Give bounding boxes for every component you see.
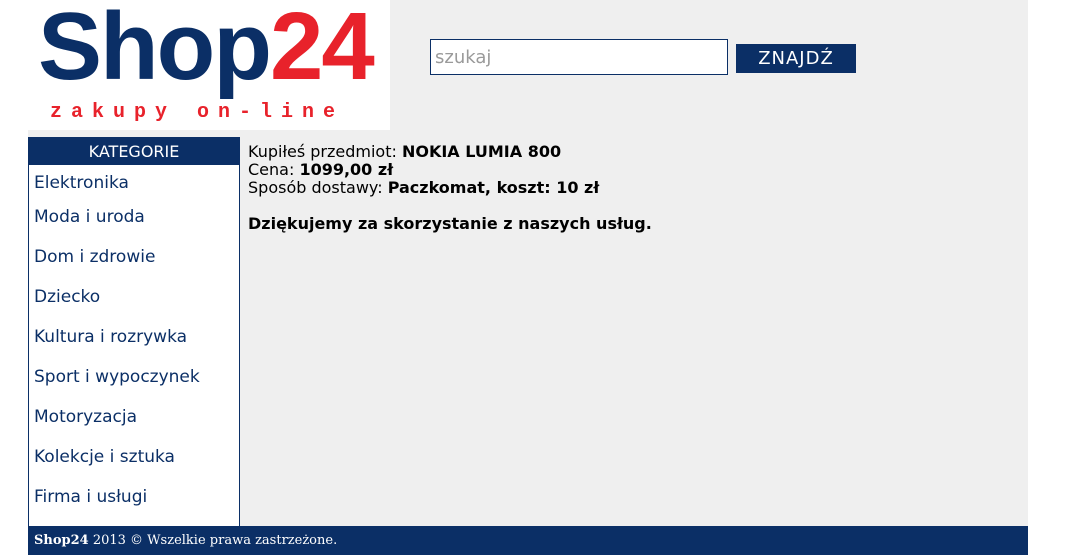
logo-tagline: zakupy on-line: [50, 101, 345, 124]
sidebar-item-elektronika[interactable]: Elektronika: [29, 165, 239, 197]
page-container: Shop24 zakupy on-line ZNAJDŹ KATEGORIE E…: [28, 0, 1028, 555]
logo-word-24: 24: [269, 0, 375, 100]
price-label: Cena:: [248, 160, 300, 179]
thank-you-message: Dziękujemy za skorzystanie z naszych usł…: [248, 214, 652, 233]
sidebar-item-motoryzacja[interactable]: Motoryzacja: [29, 397, 239, 437]
purchased-item-value: NOKIA LUMIA 800: [401, 142, 562, 161]
footer: Shop24 2013 © Wszelkie prawa zastrzeżone…: [28, 526, 1028, 555]
sidebar-title: KATEGORIE: [29, 138, 239, 165]
sidebar-item-kolekcje-i-sztuka[interactable]: Kolekcje i sztuka: [29, 437, 239, 477]
logo[interactable]: Shop24 zakupy on-line: [28, 0, 390, 130]
price-line: Cena: 1099,00 zł: [248, 161, 1008, 179]
order-confirmation: Kupiłeś przedmiot: NOKIA LUMIA 800 Cena:…: [248, 143, 1008, 233]
search-input[interactable]: [430, 39, 728, 75]
purchased-item-label: Kupiłeś przedmiot:: [248, 142, 402, 161]
sidebar-item-dom-i-zdrowie[interactable]: Dom i zdrowie: [29, 237, 239, 277]
delivery-line: Sposób dostawy: Paczkomat, koszt: 10 zł: [248, 179, 1008, 197]
sidebar-item-kultura-i-rozrywka[interactable]: Kultura i rozrywka: [29, 317, 239, 357]
sidebar-item-moda-i-uroda[interactable]: Moda i uroda: [29, 197, 239, 237]
purchased-item-line: Kupiłeś przedmiot: NOKIA LUMIA 800: [248, 143, 1008, 161]
delivery-value: Paczkomat, koszt: 10 zł: [387, 178, 600, 197]
sidebar-item-firma-i-uslugi[interactable]: Firma i usługi: [29, 477, 239, 517]
logo-word-shop: Shop: [38, 0, 272, 100]
footer-copyright: 2013 © Wszelkie prawa zastrzeżone.: [88, 533, 338, 548]
category-sidebar: KATEGORIE Elektronika Moda i uroda Dom i…: [28, 137, 240, 527]
footer-brand: Shop24: [34, 533, 89, 548]
delivery-label: Sposób dostawy:: [248, 178, 388, 197]
sidebar-item-dziecko[interactable]: Dziecko: [29, 277, 239, 317]
category-list: Elektronika Moda i uroda Dom i zdrowie D…: [29, 165, 239, 517]
search-button[interactable]: ZNAJDŹ: [736, 44, 856, 73]
logo-wordmark: Shop24: [38, 0, 375, 102]
sidebar-item-sport-i-wypoczynek[interactable]: Sport i wypoczynek: [29, 357, 239, 397]
price-value: 1099,00 zł: [299, 160, 394, 179]
